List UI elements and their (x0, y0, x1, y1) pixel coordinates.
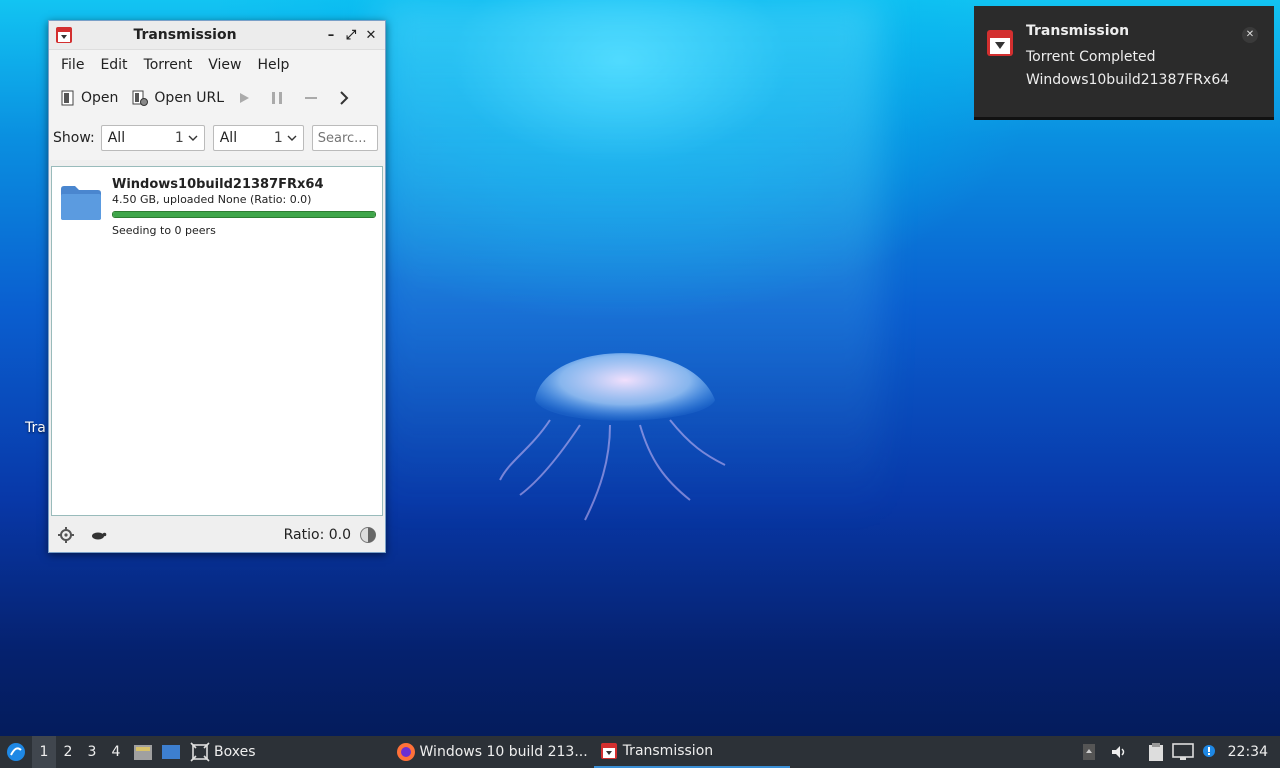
torrent-progress-bar (112, 211, 376, 218)
close-icon[interactable]: ✕ (1242, 27, 1258, 43)
desktop-4-button[interactable]: 4 (104, 736, 128, 768)
transmission-taskbar-icon (600, 743, 617, 759)
clipboard-icon[interactable] (1146, 742, 1166, 762)
desktop-icon-label[interactable]: Tra (25, 420, 46, 436)
menu-torrent[interactable]: Torrent (136, 57, 201, 73)
transmission-notification-icon (987, 30, 1013, 56)
open-url-label: Open URL (154, 90, 225, 106)
chevron-down-icon (188, 135, 198, 141)
transmission-taskbar-label: Transmission (622, 743, 714, 759)
menubar: File Edit Torrent View Help (49, 50, 385, 80)
taskbar-transmission[interactable]: Transmission (593, 736, 790, 768)
file-manager-icon (134, 745, 152, 760)
tracker-filter-select[interactable]: All 1 (212, 125, 304, 151)
torrent-row[interactable]: Windows10build21387FRx64 4.50 GB, upload… (52, 167, 382, 243)
clock[interactable]: 22:34 (1228, 744, 1268, 760)
tray-expand-icon[interactable] (1082, 743, 1096, 761)
notification-line2: Windows10build21387FRx64 (1026, 72, 1230, 88)
transmission-window: Transmission – ⤢ ✕ File Edit Torrent Vie… (48, 20, 386, 553)
chevron-down-icon (287, 135, 297, 141)
status-filter-value: All (107, 130, 126, 146)
search-input[interactable] (311, 125, 378, 151)
minus-icon (305, 97, 318, 99)
menu-edit[interactable]: Edit (92, 57, 135, 73)
desktop-3-button[interactable]: 3 (80, 736, 104, 768)
lubuntu-logo-icon (7, 743, 25, 761)
remove-button[interactable] (304, 91, 324, 105)
statusbar: Ratio: 0.0 (49, 518, 385, 552)
wallpaper-jellyfish (499, 353, 726, 521)
torrent-info: Windows10build21387FRx64 4.50 GB, upload… (112, 177, 376, 237)
taskbar-boxes[interactable]: Boxes (184, 736, 262, 768)
taskbar: 1 2 3 4 Boxes Windows 10 build 213... Tr… (0, 736, 1280, 768)
network-icon[interactable] (1171, 743, 1194, 761)
notification-title: Transmission (1026, 23, 1130, 39)
chevron-right-icon (340, 91, 349, 105)
desktop-2-button[interactable]: 2 (56, 736, 80, 768)
notification-line1: Torrent Completed (1026, 49, 1156, 65)
pause-button[interactable] (270, 91, 290, 105)
window-titlebar[interactable]: Transmission – ⤢ ✕ (49, 21, 385, 50)
volume-icon[interactable] (1110, 743, 1128, 761)
open-url-icon (132, 90, 149, 106)
minimize-icon[interactable]: – (321, 28, 341, 43)
show-desktop-launcher[interactable] (158, 736, 184, 768)
more-toolbar-button[interactable] (338, 90, 356, 106)
torrent-meta: 4.50 GB, uploaded None (Ratio: 0.0) (112, 193, 312, 206)
status-filter-count: 1 (174, 130, 184, 146)
status-filter-select[interactable]: All 1 (100, 125, 205, 151)
turtle-icon[interactable] (89, 528, 107, 542)
menu-view[interactable]: View (200, 57, 249, 73)
open-button[interactable]: Open (61, 90, 118, 106)
folder-icon (61, 186, 101, 220)
torrent-list: Windows10build21387FRx64 4.50 GB, upload… (51, 166, 383, 516)
notification-popup[interactable]: Transmission Torrent Completed Windows10… (974, 6, 1274, 120)
torrent-status: Seeding to 0 peers (112, 224, 216, 237)
desktop-1-button[interactable]: 1 (32, 736, 56, 768)
ratio-mode-icon[interactable] (359, 526, 377, 544)
open-url-button[interactable]: Open URL (132, 90, 224, 106)
ratio-label: Ratio: 0.0 (283, 527, 351, 543)
window-title: Transmission (133, 27, 237, 43)
open-file-icon (61, 90, 74, 106)
maximize-icon[interactable]: ⤢ (341, 28, 361, 43)
start-button[interactable] (238, 92, 256, 104)
open-label: Open (81, 90, 119, 106)
filterbar: Show: All 1 All 1 (49, 116, 385, 160)
menu-file[interactable]: File (53, 57, 92, 73)
firefox-label: Windows 10 build 213... (419, 744, 588, 760)
toolbar: Open Open URL (49, 80, 385, 116)
taskbar-firefox[interactable]: Windows 10 build 213... (390, 736, 594, 768)
desktop-icon (162, 745, 180, 759)
update-notifier-icon[interactable] (1200, 743, 1218, 761)
torrent-progress-fill (113, 212, 375, 217)
transmission-app-icon (56, 27, 72, 43)
boxes-icon (190, 742, 210, 762)
menu-help[interactable]: Help (249, 57, 297, 73)
gear-icon[interactable] (57, 526, 75, 544)
pause-icon (272, 92, 283, 104)
file-manager-launcher[interactable] (128, 736, 158, 768)
notification-body: Torrent Completed Windows10build21387FRx… (1026, 46, 1229, 92)
tracker-filter-value: All (219, 130, 238, 146)
boxes-label: Boxes (214, 744, 256, 760)
tracker-filter-count: 1 (273, 130, 283, 146)
start-menu-button[interactable] (0, 736, 32, 768)
play-icon (240, 93, 250, 103)
firefox-icon (396, 743, 415, 761)
show-label: Show: (53, 130, 95, 146)
system-tray: 22:34 (1082, 742, 1280, 762)
torrent-name: Windows10build21387FRx64 (112, 177, 324, 192)
close-icon[interactable]: ✕ (361, 28, 381, 43)
